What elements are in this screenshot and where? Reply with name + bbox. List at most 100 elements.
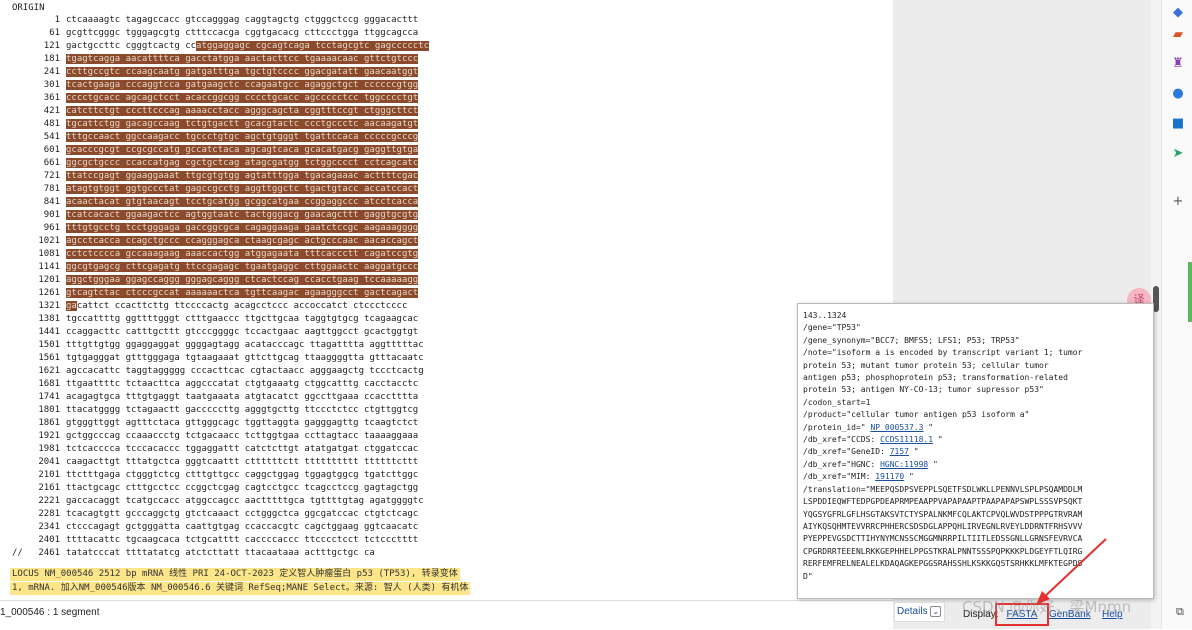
feature-line: /note="isoform a is encoded by transcrip… — [803, 347, 1148, 359]
sequence-bases: ccaggacttc catttgcttt gtcccggggc tccactg… — [66, 326, 418, 339]
send-icon[interactable]: ➤ — [1171, 147, 1185, 161]
sequence-position: 901 — [43, 210, 60, 220]
locus-line-2: 1, mRNA. 加入NM_000546版本 NM_000546.6 关键词 R… — [10, 582, 471, 595]
sequence-position: 121 — [43, 41, 60, 51]
sequence-bases: cctctcccca gccaaagaag aaaccactgg atggaga… — [66, 248, 419, 261]
sequence-position: 1141 — [38, 262, 60, 272]
sequence-segment: ttctttgaga ctgggtctcg ctttgttgcc caggctg… — [66, 470, 419, 480]
arrow-annotation — [1036, 538, 1107, 605]
xref-link[interactable]: CCDS11118.1 — [880, 435, 933, 444]
xref-link[interactable]: 7157 — [890, 447, 909, 456]
sequence-position: 2161 — [38, 483, 60, 493]
sequence-segment: acagagtgca tttgtgaggt taatgaaata atgtaca… — [66, 392, 419, 402]
sidebar-accent — [1188, 262, 1192, 322]
cds-highlight-segment: tcactgaaga cccaggtcca gatgaagctc ccagaat… — [66, 80, 419, 90]
feature-line: LSPDDIEQWFTEDPGPDEAPRMPEAAPPVAPAPAAPTPAA… — [803, 496, 1148, 508]
sequence-bases: tcacagtgtt gcccaggctg gtctcaaact cctgggc… — [66, 508, 418, 521]
cds-highlight-segment: tgagtcagga aacattttca gacctatgga aactact… — [66, 54, 419, 64]
sequence-bases: catcttctgt cccttcccag aaaacctacc agggcag… — [66, 105, 419, 118]
sequence-bases: gtgggttggt agtttctaca gttgggcagc tggttag… — [66, 417, 418, 430]
sequence-segment: ttgaattttc tctaacttca aggcccatat ctgtgaa… — [66, 379, 419, 389]
xref-link[interactable]: HGNC:11998 — [880, 460, 928, 469]
sequence-segment: ctcaaaagtc tagagccacc gtccagggag caggtag… — [66, 15, 419, 25]
add-icon[interactable]: + — [1171, 195, 1185, 209]
feature-text: " — [933, 435, 943, 445]
sequence-position: 1321 — [38, 301, 60, 311]
toolbox-icon[interactable]: ▰ — [1171, 28, 1185, 42]
sequence-position: 2221 — [38, 496, 60, 506]
sequence-segment: gactgccttc cgggtcactg cc — [66, 41, 197, 51]
feature-line: /protein_id=" NP_000537.3 " — [803, 422, 1148, 434]
feature-text: antigen p53; phosphoprotein p53; transfo… — [803, 373, 1068, 383]
feature-text: /db_xref="CCDS: — [803, 435, 881, 445]
feature-line: /translation="MEEPQSDPSVEPPLSQETFSDLWKLL… — [803, 484, 1148, 496]
sequence-bases: caagacttgt tttatgctca gggtcaattt ctttttt… — [66, 456, 418, 469]
sequence-segment: ttacatgggg tctagaactt gacccccttg agggtgc… — [66, 405, 419, 415]
external-link-icon[interactable]: ⧉ — [1176, 605, 1184, 619]
sequence-bases: cccctgcacc agcagctcct acaccggcgg cccctgc… — [66, 92, 419, 105]
sequence-bases: tgcattctgg gacagccaag tctgtgactt gcacgta… — [66, 118, 419, 131]
sequence-position: 1501 — [38, 340, 60, 350]
sequence-bases: gctggcccag ccaaaccctg tctgacaacc tcttggt… — [66, 430, 418, 443]
office-icon[interactable]: ● — [1171, 87, 1185, 101]
sequence-position: 1861 — [38, 418, 60, 428]
sequence-position: 301 — [43, 80, 60, 90]
sequence-position: 781 — [43, 184, 60, 194]
details-label: Details — [897, 606, 928, 617]
sequence-position: 421 — [43, 106, 60, 116]
feature-line: protein 53; mutant tumor protein 53; cel… — [803, 360, 1148, 372]
outlook-icon[interactable]: ■ — [1171, 117, 1185, 131]
sequence-segment: caagacttgt tttatgctca gggtcaattt ctttttt… — [66, 457, 419, 467]
sequence-bases: ttctttgaga ctgggtctcg ctttgttgcc caggctg… — [66, 469, 418, 482]
sequence-bases: tttgtgcctg tcctgggaga gaccggcgca cagagga… — [66, 222, 419, 235]
feature-text: D" — [803, 571, 813, 581]
feature-text: 143..1324 — [803, 311, 847, 320]
feature-text: /db_xref="GeneID: — [803, 447, 890, 457]
sequence-position: 1381 — [38, 314, 60, 324]
chess-icon[interactable]: ♜ — [1171, 57, 1185, 71]
sequence-segment: ccaggacttc catttgcttt gtcccggggc tccactg… — [66, 327, 419, 337]
cds-highlight-segment: ga — [66, 301, 77, 311]
feature-line: /db_xref="HGNC: HGNC:11998 " — [803, 459, 1148, 471]
cds-highlight-segment: tcatcacact ggaagactcc agtggtaatc tactggg… — [66, 210, 419, 220]
sequence-bases: agccacattc taggtaggggg cccacttcac cgtact… — [66, 365, 424, 378]
sequence-position: 961 — [43, 223, 60, 233]
feature-text: " — [923, 422, 934, 432]
sequence-bases: tctcacccca tcccacaccc tggaggattt catctct… — [66, 443, 418, 456]
tag-icon[interactable]: ◆ — [1171, 6, 1185, 20]
sequence-segment: agccacattc taggtaggggg cccacttcac cgtact… — [66, 366, 424, 376]
sequence-bases: ttttacattc tgcaagcaca tctgcatttt cacccca… — [66, 534, 418, 547]
feature-line: protein 53; antigen NY-CO-13; tumor supr… — [803, 384, 1148, 396]
sequence-segment: ctcccagagt gctgggatta caattgtgag ccaccac… — [66, 522, 419, 532]
sequence-position: 481 — [43, 119, 60, 129]
sequence-segment: gtgggttggt agtttctaca gttgggcagc tggttag… — [66, 418, 419, 428]
feature-text: protein 53; mutant tumor protein 53; cel… — [803, 360, 1049, 370]
feature-line: /gene_synonym="BCC7; BMFS5; LFS1; P53; T… — [803, 335, 1148, 347]
sequence-segment: tgtgagggat gtttgggaga tgtaagaaat gttcttg… — [66, 353, 424, 363]
sequence-bases: acaactacat gtgtaacagt tcctgcatgg gcggcat… — [66, 196, 419, 209]
sequence-bases: tgtgagggat gtttgggaga tgtaagaaat gttcttg… — [66, 352, 424, 365]
sequence-bases: tgagtcagga aacattttca gacctatgga aactact… — [66, 53, 419, 66]
feature-text: AIYKQSQHMTEVVRRCPHHERCSDSDGLAPPQHLIRVEGN… — [803, 521, 1083, 531]
cds-highlight-segment: tttgccaact ggccaagacc tgccctgtgc agctgtg… — [66, 132, 419, 142]
sequence-segment: tatatcccat ttttatatcg atctcttatt ttacaat… — [66, 548, 375, 558]
feature-line: AIYKQSQHMTEVVRRCPHHERCSDSDGLAPPQHLIRVEGN… — [803, 521, 1148, 533]
sequence-bases: ccttgccgtc ccaagcaatg gatgatttga tgctgtc… — [66, 66, 419, 79]
sequence-segment: tttgttgtgg ggaggaggat ggggagtagg acatacc… — [66, 340, 424, 350]
feature-line: /db_xref="CCDS: CCDS11118.1 " — [803, 434, 1148, 446]
feature-text: " — [904, 472, 914, 482]
xref-link[interactable]: NP_000537.3 — [870, 423, 923, 432]
feature-line: /db_xref="GeneID: 7157 " — [803, 446, 1148, 458]
sequence-position: 2461 — [38, 548, 60, 558]
sequence-position: 1021 — [38, 236, 60, 246]
sequence-bases: ctcccagagt gctgggatta caattgtgag ccaccac… — [66, 521, 418, 534]
xref-link[interactable]: 191170 — [875, 472, 904, 481]
sequence-position: 61 — [49, 28, 60, 38]
cds-highlight-segment: atagtgtggt ggtgccctat gagccgcctg aggttgg… — [66, 184, 419, 194]
details-button[interactable]: Details ⌄ — [894, 602, 945, 622]
sequence-bases: tgccattttg ggttttgggt ctttgaaccc ttgcttg… — [66, 313, 418, 326]
sequence-position: 2041 — [38, 457, 60, 467]
cds-highlight-segment: cctctcccca gccaaagaag aaaccactgg atggaga… — [66, 249, 419, 259]
sequence-segment: tgccattttg ggttttgggt ctttgaaccc ttgcttg… — [66, 314, 419, 324]
cds-highlight-segment: ggcgctgccc ccaccatgag cgctgctcag atagcga… — [66, 158, 419, 168]
